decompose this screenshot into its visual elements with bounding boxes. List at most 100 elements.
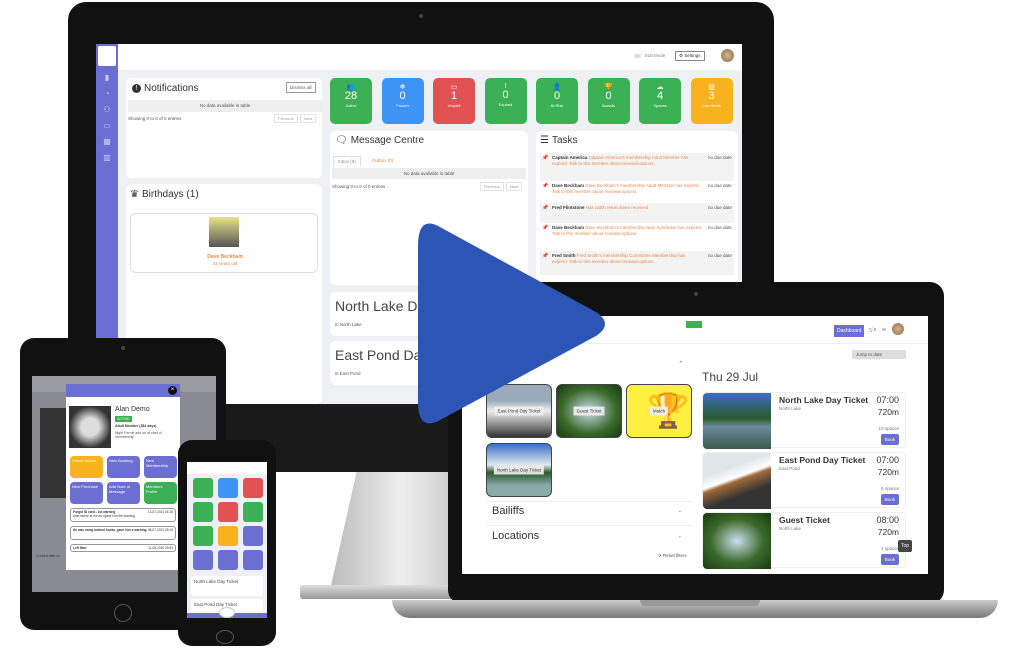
play-button-icon[interactable]	[418, 216, 606, 432]
ticket-card[interactable]: North Lake Day Ticket North Lake 07:00 720m…	[702, 392, 906, 449]
phone-stat-tile[interactable]	[243, 550, 263, 570]
calendar-icon[interactable]: ▦	[102, 138, 112, 146]
stat-tile-awards[interactable]: 🏆 0 Awards	[587, 78, 630, 124]
action-check-in-out[interactable]: Check-In/Out	[70, 456, 103, 478]
home-button[interactable]	[114, 604, 132, 622]
ticket-time: 08:00	[876, 515, 899, 525]
divider	[486, 525, 692, 526]
top-bar: Edit Mode ⚙ Settings	[118, 44, 742, 70]
phone-venue-card[interactable]: North Lake Day Ticket	[191, 576, 263, 596]
stat-tile-expired[interactable]: ! 0 Expired	[484, 78, 527, 124]
stat-tile-unpaid[interactable]: ▭ 1 Unpaid	[433, 78, 475, 124]
play-triangle[interactable]	[418, 223, 605, 424]
book-button[interactable]: Book	[880, 554, 899, 565]
top-button[interactable]: Top	[898, 540, 913, 552]
action-new-membership[interactable]: New Membership	[144, 456, 177, 478]
birthday-person[interactable]: Dave Beckham 41 years old	[130, 213, 318, 273]
ticket-name: Guest Ticket	[779, 515, 830, 525]
phone-stat-tile[interactable]	[243, 478, 263, 498]
ticket-icon[interactable]: ▭	[102, 122, 112, 130]
stat-label: Low Stock	[702, 103, 721, 108]
close-icon[interactable]: ×	[168, 386, 177, 395]
mail-icon[interactable]: ✉	[882, 327, 886, 333]
notifications-title: Notifications	[144, 83, 199, 94]
club-logo[interactable]	[686, 321, 702, 339]
phone-topbar	[187, 462, 267, 474]
home-button[interactable]	[216, 630, 234, 644]
chevron-down-icon[interactable]: ⌄	[678, 508, 682, 514]
phone-logo[interactable]	[219, 607, 235, 618]
stat-tile-active[interactable]: 👥 28 Active	[330, 78, 372, 124]
phone-stat-tile[interactable]	[193, 502, 213, 522]
chevron-down-icon[interactable]: ⌄	[678, 533, 682, 539]
action-new-purchase[interactable]: New Purchase	[70, 482, 103, 504]
filter-bailiffs[interactable]: Bailiffs	[492, 505, 524, 517]
stat-value: 0	[399, 90, 406, 102]
category-match[interactable]: 🏆 Match	[626, 384, 692, 438]
action-add-note-or-message[interactable]: Add Note or Message	[107, 482, 140, 504]
action-members-profile[interactable]: Members Profile	[144, 482, 177, 504]
alert-icon: !	[132, 84, 141, 93]
ticket-card[interactable]: Guest Ticket North Lake 08:00 720m 4 spaces B…	[702, 512, 906, 569]
stat-tile-at-risk[interactable]: 👤 0 At Risk	[536, 78, 578, 124]
notifications-next-button[interactable]: Next	[300, 114, 317, 123]
ticket-location: North Lake	[779, 406, 802, 411]
dashboard-button[interactable]: Dashboard	[834, 325, 865, 337]
stat-label: Spaces	[653, 103, 667, 108]
edit-mode-toggle[interactable]	[634, 54, 641, 58]
edit-mode-label: Edit Mode	[645, 53, 666, 58]
phone-stat-tile[interactable]	[193, 550, 213, 570]
note-title: Left litter	[73, 546, 87, 550]
laptop-notch	[640, 600, 760, 606]
phone-stat-tile[interactable]	[193, 478, 213, 498]
cart-count: 0	[873, 327, 877, 332]
camera	[694, 292, 698, 296]
note-item[interactable]: He was using barbed hooks, gave him a wa…	[70, 526, 176, 540]
book-button[interactable]: Book	[880, 494, 899, 505]
action-new-booking[interactable]: New Booking	[107, 456, 140, 478]
category-north-lake[interactable]: North Lake Day Ticket	[486, 443, 552, 497]
phone-stat-tile[interactable]	[218, 478, 238, 498]
ticket-card[interactable]: East Pond Day Ticket East Pond 07:00 720m 5 …	[702, 452, 906, 509]
task-row[interactable]: 📌 Captain America Captain America's membe…	[540, 153, 734, 181]
phone-stat-tile[interactable]	[218, 526, 238, 546]
stat-tile-low-stock[interactable]: ▥ 3 Low Stock	[690, 78, 733, 124]
ticket-name: North Lake Day Ticket	[779, 395, 869, 405]
stat-tile-spaces[interactable]: ☁ 4 Spaces	[639, 78, 681, 124]
note-item[interactable]: Left litter 11-08-2020 09:53	[70, 544, 176, 552]
note-item[interactable]: Forgot ID card - 1st warning 13-07-2021 0…	[70, 508, 176, 522]
note-date: 11-08-2020 09:53	[148, 546, 173, 550]
phone-stat-tile[interactable]	[243, 526, 263, 546]
user-avatar[interactable]	[721, 49, 734, 62]
chart-icon[interactable]: ▥	[102, 154, 112, 162]
task-due: no due date	[708, 205, 732, 210]
bookmark-icon[interactable]: ▮	[102, 74, 112, 82]
chevron-up-icon[interactable]: ⌃	[678, 360, 684, 368]
date-heading: Thu 29 Jul	[702, 370, 759, 384]
cart-button[interactable]: 🛒0	[868, 327, 876, 333]
book-button[interactable]: Book	[880, 434, 899, 445]
jump-to-date-button[interactable]: Jump to date	[852, 350, 906, 359]
phone-stat-tile[interactable]	[243, 502, 263, 522]
tab-outbox[interactable]: Outbox (0)	[368, 156, 397, 165]
dismiss-all-button[interactable]: Dismiss all	[286, 82, 316, 93]
phone-stat-tile[interactable]	[218, 502, 238, 522]
stat-tile-frozen[interactable]: ❄ 0 Frozen	[381, 78, 424, 124]
user-avatar[interactable]	[892, 323, 904, 335]
reset-filters-button[interactable]: ⟳ Reset filters	[658, 553, 687, 559]
phone-stat-tile[interactable]	[193, 526, 213, 546]
filter-locations[interactable]: Locations	[492, 530, 539, 542]
birthday-name: Dave Beckham	[207, 254, 243, 260]
pin-icon: 📌	[542, 183, 549, 189]
notifications-prev-button[interactable]: Previous	[274, 114, 298, 123]
notifications-card: ! Notifications Dismiss all No data avail…	[126, 78, 322, 178]
task-row[interactable]: 📌 Dave Beckham Dave Beckham's membership …	[540, 181, 734, 203]
messages-next-button[interactable]: Next	[506, 182, 523, 191]
phone-stat-tile[interactable]	[218, 550, 238, 570]
tab-inbox[interactable]: Inbox (0)	[333, 156, 361, 166]
members-icon[interactable]: ⚇	[102, 106, 112, 114]
dashboard-icon[interactable]: ◔	[102, 90, 112, 98]
birthday-photo	[209, 217, 239, 247]
messages-prev-button[interactable]: Previous	[480, 182, 504, 191]
settings-button[interactable]: ⚙ Settings	[675, 51, 705, 61]
